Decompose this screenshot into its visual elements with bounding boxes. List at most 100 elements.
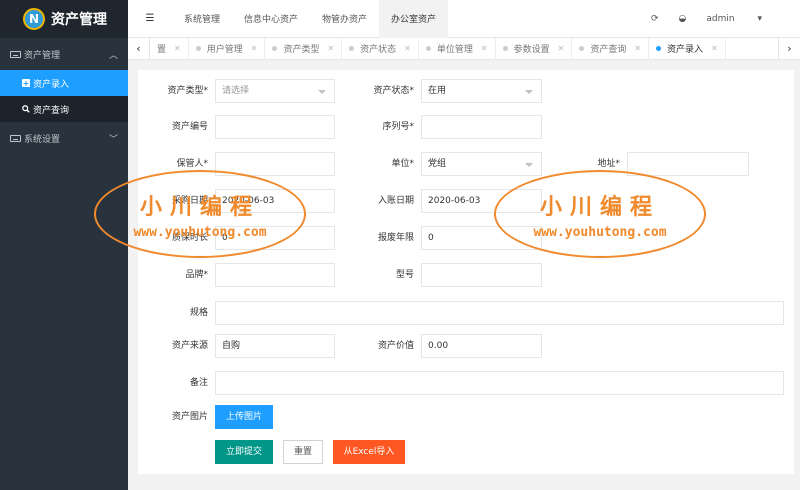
dot-icon [425, 46, 431, 51]
close-icon[interactable]: ✕ [327, 44, 334, 53]
address-label: 地址* [597, 159, 620, 169]
close-icon[interactable]: ✕ [634, 44, 641, 53]
keyboard-icon [10, 50, 21, 58]
page-tab[interactable]: 参数设置 ✕ [496, 37, 573, 60]
excel-import-button[interactable]: 从Excel导入 [333, 440, 405, 464]
dot-icon [349, 46, 355, 51]
user-name: admin [706, 13, 735, 24]
serial-label: 序列号* [382, 122, 414, 132]
top-tab-info-center[interactable]: 信息中心资产 [232, 0, 310, 38]
plus-square-icon: + [22, 78, 30, 88]
chevron-down-icon: ﹀ [108, 134, 118, 145]
page-tab-active[interactable]: 资产录入 ✕ [649, 37, 726, 60]
close-icon[interactable]: ✕ [558, 44, 565, 53]
page-tab-label: 参数设置 [513, 45, 550, 55]
purchase-date-input[interactable]: 2020-06-03 [215, 189, 335, 213]
page-tab[interactable]: 资产类型 ✕ [265, 37, 343, 60]
brand-input[interactable] [215, 263, 335, 287]
page-tab[interactable]: 单位管理 ✕ [419, 37, 496, 60]
sidebar-item-asset-query[interactable]: 资产查询 [0, 96, 128, 122]
page-tab-label: 置 [157, 45, 167, 55]
value-label: 资产价值 [377, 341, 414, 351]
page-tab-label: 资产查询 [590, 45, 627, 55]
upload-image-button[interactable]: 上传图片 [215, 405, 273, 429]
dot-icon [272, 46, 278, 51]
refresh-icon[interactable]: ⟳ [651, 14, 659, 24]
scrap-years-label: 报废年限 [377, 233, 414, 243]
warranty-input[interactable]: 0 [215, 226, 335, 250]
code-label: 资产编号 [171, 122, 208, 132]
sidebar-group-label: 系统设置 [24, 134, 61, 145]
close-icon[interactable]: ✕ [481, 44, 488, 53]
sidebar-group-system-settings[interactable]: 系统设置 ﹀ [0, 122, 128, 154]
close-icon[interactable]: ✕ [251, 44, 258, 53]
remark-input[interactable] [215, 371, 784, 395]
page-tab[interactable]: 置 ✕ [150, 37, 189, 60]
reset-button[interactable]: 重置 [283, 440, 323, 464]
close-icon[interactable]: ✕ [174, 44, 181, 53]
scrap-years-value: 0 [428, 233, 434, 243]
top-header: ☰ 系统管理 信息中心资产 物管办资产 办公室资产 ⟳ ◒ admin ▾ [128, 0, 800, 38]
status-value: 在用 [428, 86, 447, 96]
source-value: 自购 [222, 341, 241, 351]
dot-icon [195, 46, 201, 51]
purchase-date-label: 采购日期 [171, 196, 208, 206]
sidebar-group-asset-management[interactable]: 资产管理 ︿ [0, 38, 128, 70]
sidebar-item-label: 资产查询 [33, 105, 70, 116]
spec-input[interactable] [215, 301, 784, 325]
logo-icon: N [23, 8, 45, 30]
top-tab-system[interactable]: 系统管理 [172, 0, 232, 38]
sidebar-item-asset-entry[interactable]: + 资产录入 [0, 70, 128, 96]
theme-icon[interactable]: ◒ [679, 14, 687, 24]
page-tab[interactable]: 用户管理 ✕ [189, 37, 266, 60]
page-tab-label: 单位管理 [436, 45, 473, 55]
status-select[interactable]: 在用 [421, 79, 542, 103]
remark-label: 备注 [189, 378, 208, 388]
serial-input[interactable] [421, 115, 542, 139]
close-icon[interactable]: ✕ [711, 44, 718, 53]
top-tab-property-office[interactable]: 物管办资产 [310, 0, 379, 38]
top-tab-office[interactable]: 办公室资产 [379, 0, 449, 38]
keeper-input[interactable] [215, 152, 335, 176]
page-tabs: ‹ 置 ✕ 用户管理 ✕ 资产类型 ✕ 资产状态 ✕ 单位管理 ✕ 参数设置 ✕ 资产查询 ✕… [128, 37, 800, 60]
page-tab-label: 用户管理 [206, 45, 243, 55]
code-input[interactable] [215, 115, 335, 139]
value-input[interactable]: 0.00 [421, 334, 542, 358]
model-label: 型号 [395, 270, 414, 280]
entry-date-input[interactable]: 2020-06-03 [421, 189, 542, 213]
user-menu[interactable]: admin ▾ [706, 14, 782, 24]
warranty-value: 0 [222, 233, 228, 243]
page-tab-label: 资产录入 [667, 45, 704, 55]
page-tab[interactable]: 资产查询 ✕ [572, 37, 650, 60]
sidebar-group-label: 资产管理 [24, 50, 61, 61]
entry-date-value: 2020-06-03 [428, 196, 481, 206]
warranty-label: 质保时长 [171, 233, 208, 243]
dot-icon [579, 46, 585, 51]
dropdown-icon: ▾ [757, 13, 762, 24]
source-input[interactable]: 自购 [215, 334, 335, 358]
purchase-date-value: 2020-06-03 [222, 196, 275, 206]
sidebar-item-label: 资产录入 [33, 79, 70, 90]
type-placeholder: 请选择 [222, 86, 250, 96]
image-label: 资产图片 [171, 412, 208, 422]
tabs-prev-button[interactable]: ‹ [128, 37, 150, 60]
logo[interactable]: N 资产管理 [0, 0, 128, 38]
keyboard-icon [10, 134, 21, 142]
sidebar: N 资产管理 资产管理 ︿ + 资产录入 资产查询 系统设置 ﹀ [0, 0, 128, 490]
dot-icon [502, 46, 508, 51]
tabs-next-button[interactable]: › [778, 37, 800, 60]
type-label: 资产类型* [167, 86, 208, 96]
search-icon [22, 105, 30, 113]
submit-button[interactable]: 立即提交 [215, 440, 273, 464]
close-icon[interactable]: ✕ [404, 44, 411, 53]
keeper-label: 保管人* [176, 159, 208, 169]
model-input[interactable] [421, 263, 542, 287]
menu-toggle-icon[interactable]: ☰ [128, 13, 172, 24]
chevron-up-icon: ︿ [108, 50, 118, 61]
unit-select[interactable]: 党组 [421, 152, 542, 176]
page-tab[interactable]: 资产状态 ✕ [342, 37, 419, 60]
type-select[interactable]: 请选择 [215, 79, 335, 103]
source-label: 资产来源 [171, 341, 208, 351]
address-input[interactable] [627, 152, 749, 176]
scrap-years-input[interactable]: 0 [421, 226, 542, 250]
